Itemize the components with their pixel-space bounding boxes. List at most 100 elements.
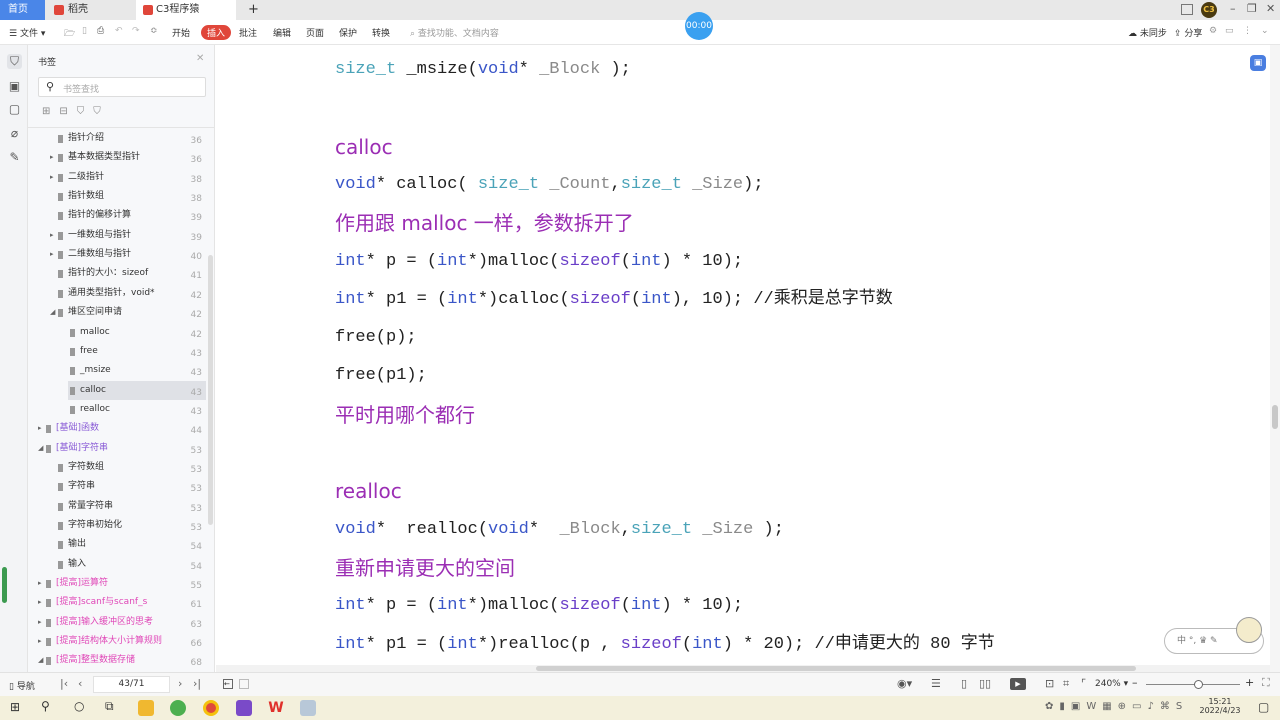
print-icon[interactable]: ⎙	[97, 26, 104, 36]
bookmark-item[interactable]: realloc 43	[28, 400, 206, 419]
zoom-slider[interactable]	[1146, 684, 1240, 685]
bookmark-item[interactable]: ◢ 堆区空间申请 42	[28, 303, 206, 322]
bookmark-item[interactable]: 字符串初始化 53	[28, 516, 206, 535]
bookmark-item[interactable]: 指针数组 38	[28, 187, 206, 206]
bookmark-icon[interactable]: ⛉	[7, 54, 22, 69]
panel-scrollbar[interactable]	[208, 255, 213, 525]
bookmark-item[interactable]: ▸ 二维数组与指针 40	[28, 245, 206, 264]
bookmark-item[interactable]: 输出 54	[28, 535, 206, 554]
more-icon[interactable]: ≎	[150, 26, 158, 36]
expand-arrow-icon[interactable]: ▸	[38, 574, 42, 593]
bookmark-item[interactable]: 通用类型指针，void* 42	[28, 284, 206, 303]
avatar[interactable]: C3	[1201, 2, 1217, 18]
next-page-button[interactable]: ›	[178, 677, 182, 690]
cortana-icon[interactable]: ○	[74, 699, 84, 713]
play-icon[interactable]: ▶	[1010, 678, 1026, 690]
system-tray[interactable]: ✿▮▣W▦⊕▭♪⌘S	[1045, 701, 1188, 712]
collapse-arrow-icon[interactable]: ◢	[38, 439, 43, 458]
scroll-thumb[interactable]	[1272, 405, 1278, 429]
zoom-in-button[interactable]: +	[1245, 676, 1254, 689]
bookmark-item[interactable]: ▸ [提高]输入缓冲区的思考 63	[28, 613, 206, 632]
bookmark-item[interactable]: ◢ [基础]字符串 53	[28, 439, 206, 458]
thumbnail-icon[interactable]: ▣	[7, 79, 22, 94]
windows-start-icon[interactable]: ⊞	[10, 700, 20, 714]
notification-icon[interactable]: ▢	[1258, 700, 1269, 714]
expand-arrow-icon[interactable]: ▸	[38, 613, 42, 632]
bookmark-item[interactable]: 常量字符串 53	[28, 497, 206, 516]
zoom-out-button[interactable]: –	[1132, 676, 1138, 689]
forward-icon[interactable]	[239, 679, 249, 689]
bookmark-item[interactable]: 输入 54	[28, 555, 206, 574]
page-input[interactable]: 43/71	[93, 676, 170, 693]
zoom-slider-handle[interactable]	[1194, 680, 1203, 689]
redo-icon[interactable]: ↷	[132, 26, 140, 36]
chevron-down-icon[interactable]: ⌄	[1261, 26, 1269, 36]
collapse-all-icon[interactable]: ⊟	[59, 106, 76, 117]
tab-docer[interactable]: 稻壳	[48, 0, 134, 20]
wps-icon[interactable]: W	[268, 700, 284, 716]
undo-icon[interactable]: ↶	[115, 26, 123, 36]
menu-annotate[interactable]: 批注	[239, 26, 257, 39]
file-menu[interactable]: ☰ 文件 ▾	[9, 26, 45, 39]
bookmark-item[interactable]: ▸ [提高]结构体大小计算规则 66	[28, 632, 206, 651]
ai-assist-icon[interactable]: ▣	[1250, 55, 1266, 71]
expand-arrow-icon[interactable]: ▸	[50, 148, 54, 167]
bookmark-item[interactable]: 指针的大小：sizeof 41	[28, 264, 206, 283]
clock[interactable]: 15:21 2022/4/23	[1195, 697, 1245, 715]
expand-arrow-icon[interactable]: ▸	[38, 419, 42, 438]
expand-arrow-icon[interactable]: ▸	[50, 245, 54, 264]
browser-360-icon[interactable]	[170, 700, 186, 716]
expand-arrow-icon[interactable]: ▸	[50, 168, 54, 187]
bookmark-item[interactable]: ▸ 二级指针 38	[28, 168, 206, 187]
fullscreen-icon[interactable]: ⛶	[1262, 676, 1270, 690]
expand-arrow-icon[interactable]: ▸	[38, 593, 42, 612]
open-icon[interactable]: 🗁	[64, 26, 75, 42]
bookmark-item[interactable]: ▸ [提高]scanf与scanf_s 61	[28, 593, 206, 612]
first-page-button[interactable]: |‹	[60, 677, 68, 690]
fit-width-icon[interactable]: ⊡	[1045, 677, 1054, 690]
signature-icon[interactable]: ✎	[7, 150, 22, 165]
fit-page-icon[interactable]: ⌗	[1063, 677, 1069, 691]
remove-bookmark-icon[interactable]: ⛉	[93, 106, 110, 117]
vertical-scrollbar[interactable]	[1270, 45, 1280, 672]
zoom-select[interactable]: 240% ▾	[1095, 679, 1128, 689]
bookmark-item[interactable]: calloc 43	[68, 380, 206, 400]
bookmark-item[interactable]: free 43	[28, 342, 206, 361]
function-search[interactable]: ⌕ 查找功能、文档内容	[410, 26, 499, 39]
close-icon[interactable]: ✕	[1266, 2, 1275, 15]
bookmark-item[interactable]: malloc 42	[28, 323, 206, 342]
comment-icon[interactable]: ▭	[1225, 26, 1234, 36]
eye-protection-icon[interactable]: ◉▾	[897, 677, 912, 690]
menu-edit[interactable]: 编辑	[273, 26, 291, 39]
add-bookmark-icon[interactable]: ⛉	[77, 106, 94, 117]
task-view-icon[interactable]: ⧉	[105, 699, 114, 714]
two-page-icon[interactable]: ▯▯	[979, 677, 991, 690]
bookmark-item[interactable]: 指针介绍 36	[28, 129, 206, 148]
bookmark-item[interactable]: ▸ 基本数据类型指针 36	[28, 148, 206, 167]
bookmark-item[interactable]: 字符数组 53	[28, 458, 206, 477]
restore-icon[interactable]: ❐	[1247, 2, 1257, 15]
expand-arrow-icon[interactable]: ▸	[38, 632, 42, 651]
actual-size-icon[interactable]: ⌜	[1081, 677, 1086, 690]
visual-studio-icon[interactable]	[236, 700, 252, 716]
prev-page-button[interactable]: ‹	[78, 677, 82, 690]
collapse-arrow-icon[interactable]: ◢	[38, 651, 43, 670]
chrome-icon[interactable]	[203, 700, 219, 716]
expand-arrow-icon[interactable]: ▸	[50, 226, 54, 245]
kebab-icon[interactable]: ⋮	[1243, 26, 1252, 36]
save-icon[interactable]: ▯	[82, 26, 87, 36]
menu-insert[interactable]: 插入	[201, 25, 232, 40]
back-icon[interactable]: ←	[223, 679, 233, 689]
bookmark-item[interactable]: 指针的偏移计算 39	[28, 206, 206, 225]
bookmark-item[interactable]: ▸ [基础]函数 44	[28, 419, 206, 438]
sync-button[interactable]: ☁ 未同步	[1128, 26, 1167, 39]
attachment-icon[interactable]: ⌀	[7, 126, 22, 141]
collapse-arrow-icon[interactable]: ◢	[50, 303, 55, 322]
tab-pdf[interactable]: C3程序猿new.pdf	[136, 0, 236, 35]
bookmark-item[interactable]: ◢ [提高]整型数据存储 68	[28, 651, 206, 670]
close-panel-icon[interactable]: ✕	[196, 53, 204, 64]
bookmark-search-input[interactable]: ⚲ 书签查找	[38, 77, 206, 97]
bookmark-item[interactable]: ▸ 一维数组与指针 39	[28, 226, 206, 245]
bookmark-item[interactable]: 字符串 53	[28, 477, 206, 496]
window-layout-icon[interactable]	[1181, 4, 1193, 15]
